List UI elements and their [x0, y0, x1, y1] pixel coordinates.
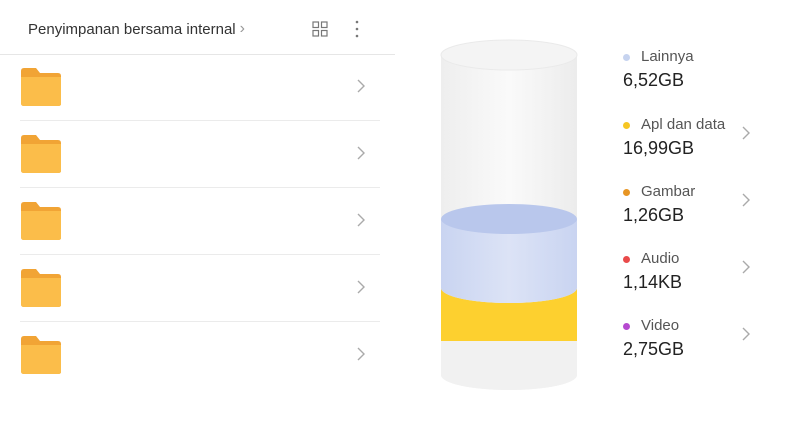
- legend-size: 1,14KB: [623, 272, 683, 292]
- legend-dot: [623, 323, 630, 330]
- legend-dot: [623, 189, 630, 196]
- breadcrumb-label: Penyimpanan bersama internal: [28, 20, 236, 38]
- legend-item-gambar[interactable]: Gambar 1,26GB: [623, 180, 773, 240]
- legend-name: Lainnya: [641, 48, 694, 65]
- legend-item-audio[interactable]: Audio 1,14KB: [623, 247, 773, 307]
- legend-name: Audio: [641, 250, 680, 267]
- grid-view-icon[interactable]: [312, 21, 328, 37]
- chevron-right-icon: [742, 193, 750, 207]
- folder-row[interactable]: [20, 188, 380, 255]
- legend-size: 1,26GB: [623, 205, 685, 225]
- chevron-right-icon: [357, 347, 365, 361]
- legend-size: 16,99GB: [623, 138, 695, 158]
- legend-size: 2,75GB: [623, 339, 685, 359]
- chevron-right-icon: [357, 280, 365, 294]
- cylinder-top: [440, 39, 578, 71]
- chevron-right-icon: [742, 260, 750, 274]
- storage-summary-pane: Lainnya 6,52GB Apl dan data 16,99GB Gambar 1,…: [420, 0, 800, 427]
- legend-item-lainnya: Lainnya 6,52GB: [623, 45, 773, 105]
- chevron-right-icon: [742, 126, 750, 140]
- legend-size: 6,52GB: [623, 70, 685, 90]
- chevron-right-icon: [742, 327, 750, 341]
- folder-row[interactable]: [20, 322, 380, 388]
- chevron-right-icon: [357, 146, 365, 160]
- folder-icon: [21, 68, 61, 106]
- storage-cylinder-chart: [440, 39, 578, 390]
- breadcrumb[interactable]: Penyimpanan bersama internal ›: [28, 20, 245, 38]
- chevron-right-icon: [357, 213, 365, 227]
- path-header: Penyimpanan bersama internal ›: [0, 0, 395, 55]
- chevron-right-icon: ›: [239, 20, 245, 37]
- cylinder-base: [441, 341, 577, 390]
- folder-row[interactable]: [20, 54, 380, 121]
- file-browser-pane: Penyimpanan bersama internal ›: [0, 0, 395, 427]
- chevron-right-icon: [357, 79, 365, 93]
- legend-item-video[interactable]: Video 2,75GB: [623, 314, 773, 374]
- legend-dot: [623, 256, 630, 263]
- legend-name: Apl dan data: [641, 116, 726, 133]
- folder-icon: [21, 202, 61, 240]
- folder-icon: [21, 135, 61, 173]
- folder-row[interactable]: [20, 255, 380, 322]
- legend-dot: [623, 122, 630, 129]
- legend-item-apl-dan-data[interactable]: Apl dan data 16,99GB: [623, 113, 773, 173]
- folder-row[interactable]: [20, 121, 380, 188]
- legend-name: Gambar: [641, 183, 696, 200]
- legend-name: Video: [641, 317, 680, 334]
- folder-list: [0, 54, 380, 388]
- folder-icon: [21, 336, 61, 374]
- more-vertical-icon[interactable]: [350, 19, 364, 39]
- segment-lainnya-top: [441, 204, 577, 234]
- folder-icon: [21, 269, 61, 307]
- legend-dot: [623, 54, 630, 61]
